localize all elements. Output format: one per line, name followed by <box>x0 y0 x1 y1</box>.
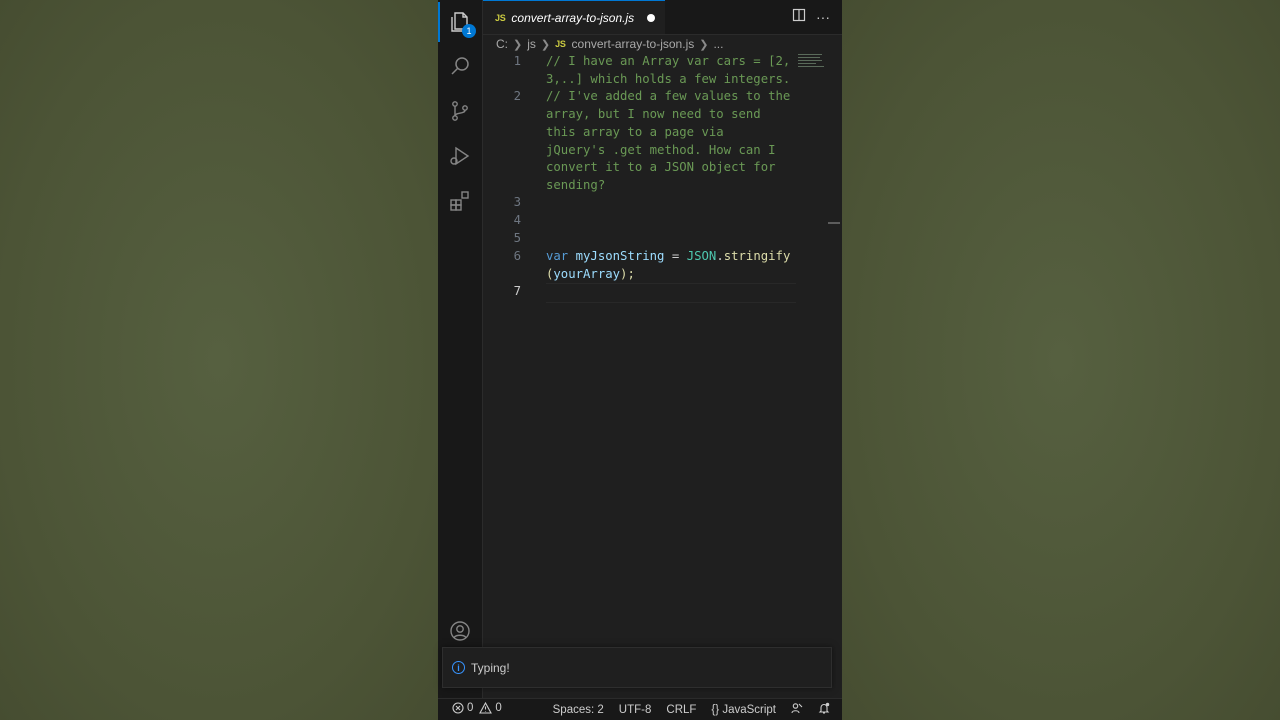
code-comment-line: this array to a page via <box>546 125 724 139</box>
warning-count: 0 <box>495 702 502 714</box>
js-file-icon: JS <box>495 12 506 23</box>
json-object: JSON <box>686 249 717 263</box>
language-label: JavaScript <box>722 703 776 716</box>
code-comment-line: array, but I now need to send <box>546 107 761 121</box>
operator-equals: = <box>664 249 687 263</box>
problems-indicator[interactable]: 0 0 <box>452 702 502 714</box>
line-number: 3 <box>513 195 521 209</box>
vscode-window: 1 JS convert-array-to-json.js ··· C: ❯ j… <box>438 0 842 720</box>
breadcrumb-file[interactable]: convert-array-to-json.js <box>572 37 695 51</box>
braces-icon: {} <box>711 703 720 716</box>
account-icon <box>450 621 470 641</box>
activity-bar: 1 <box>438 0 483 698</box>
background-right <box>842 0 1280 720</box>
keyword-var: var <box>546 249 569 263</box>
feedback-icon[interactable] <box>791 702 803 717</box>
variable-name: myJsonString <box>575 249 665 263</box>
run-debug-button[interactable] <box>438 134 482 178</box>
tab-title: convert-array-to-json.js <box>511 10 635 25</box>
status-right: Spaces: 2 UTF-8 CRLF {} JavaScript <box>553 702 830 717</box>
breadcrumb-folder[interactable]: js <box>527 37 536 51</box>
current-line-number: 7 <box>513 284 521 298</box>
error-icon <box>452 702 464 714</box>
code-statement-wrap: (yourArray); <box>546 267 635 281</box>
source-control-button[interactable] <box>438 89 482 133</box>
editor-tab[interactable]: JS convert-array-to-json.js <box>483 0 665 34</box>
explorer-button[interactable]: 1 <box>438 0 482 44</box>
tab-actions: ··· <box>792 8 830 25</box>
source-control-icon <box>452 101 468 121</box>
search-button[interactable] <box>438 44 482 88</box>
code-editor[interactable]: 1 2 3 4 5 6 7 // I have an Array var car… <box>483 54 842 698</box>
argument-name: yourArray <box>553 267 621 281</box>
extensions-button[interactable] <box>438 179 482 223</box>
eol-status[interactable]: CRLF <box>666 704 696 716</box>
status-bar: 0 0 Spaces: 2 UTF-8 CRLF {} JavaScript <box>438 698 842 720</box>
code-statement-line: var myJsonString = JSON.stringify <box>546 249 790 263</box>
line-number: 1 <box>513 54 521 68</box>
indentation-status[interactable]: Spaces: 2 <box>553 704 604 716</box>
breadcrumb-more[interactable]: ... <box>713 37 723 51</box>
language-status[interactable]: {} JavaScript <box>711 704 776 716</box>
code-comment-line: 3,..] which holds a few integers. <box>546 72 791 86</box>
error-count: 0 <box>467 702 474 714</box>
encoding-status[interactable]: UTF-8 <box>619 704 652 716</box>
code-comment-line: // I've added a few values to the <box>546 89 791 103</box>
search-icon <box>451 57 469 75</box>
more-actions-icon[interactable]: ··· <box>816 9 830 25</box>
stringify-function: stringify <box>723 249 791 263</box>
notification-message: Typing! <box>471 660 510 675</box>
tab-bar: JS convert-array-to-json.js ··· <box>483 0 842 35</box>
extensions-icon <box>450 191 469 211</box>
breadcrumb-drive[interactable]: C: <box>496 37 508 51</box>
line-number: 2 <box>513 89 521 103</box>
code-comment-line: // I have an Array var cars = [2, <box>546 54 791 68</box>
code-comment-line: jQuery's .get method. How can I <box>546 143 776 157</box>
line-number: 6 <box>513 249 521 263</box>
notifications-bell-icon[interactable] <box>818 702 830 717</box>
warning-icon <box>479 702 493 714</box>
js-file-icon: JS <box>555 39 566 49</box>
line-number: 4 <box>513 213 521 227</box>
explorer-badge: 1 <box>462 24 476 38</box>
line-number: 5 <box>513 231 521 245</box>
close-paren: ); <box>620 267 635 281</box>
scrollbar-marker[interactable] <box>828 222 840 224</box>
chevron-right-icon: ❯ <box>540 38 551 51</box>
run-debug-icon <box>450 146 470 166</box>
split-editor-icon[interactable] <box>792 8 806 25</box>
background-left <box>0 0 438 720</box>
code-comment-line: convert it to a JSON object for <box>546 160 776 174</box>
breadcrumb: C: ❯ js ❯ JS convert-array-to-json.js ❯ … <box>496 35 723 53</box>
dot-operator: . <box>716 249 724 263</box>
info-icon: i <box>452 661 465 674</box>
minimap[interactable] <box>798 54 826 74</box>
unsaved-dot-icon[interactable] <box>647 14 655 22</box>
chevron-right-icon: ❯ <box>513 38 523 51</box>
current-line-highlight <box>546 283 796 303</box>
notification-toast: i Typing! <box>442 647 832 688</box>
chevron-right-icon: ❯ <box>699 38 709 51</box>
code-comment-line: sending? <box>546 178 606 192</box>
